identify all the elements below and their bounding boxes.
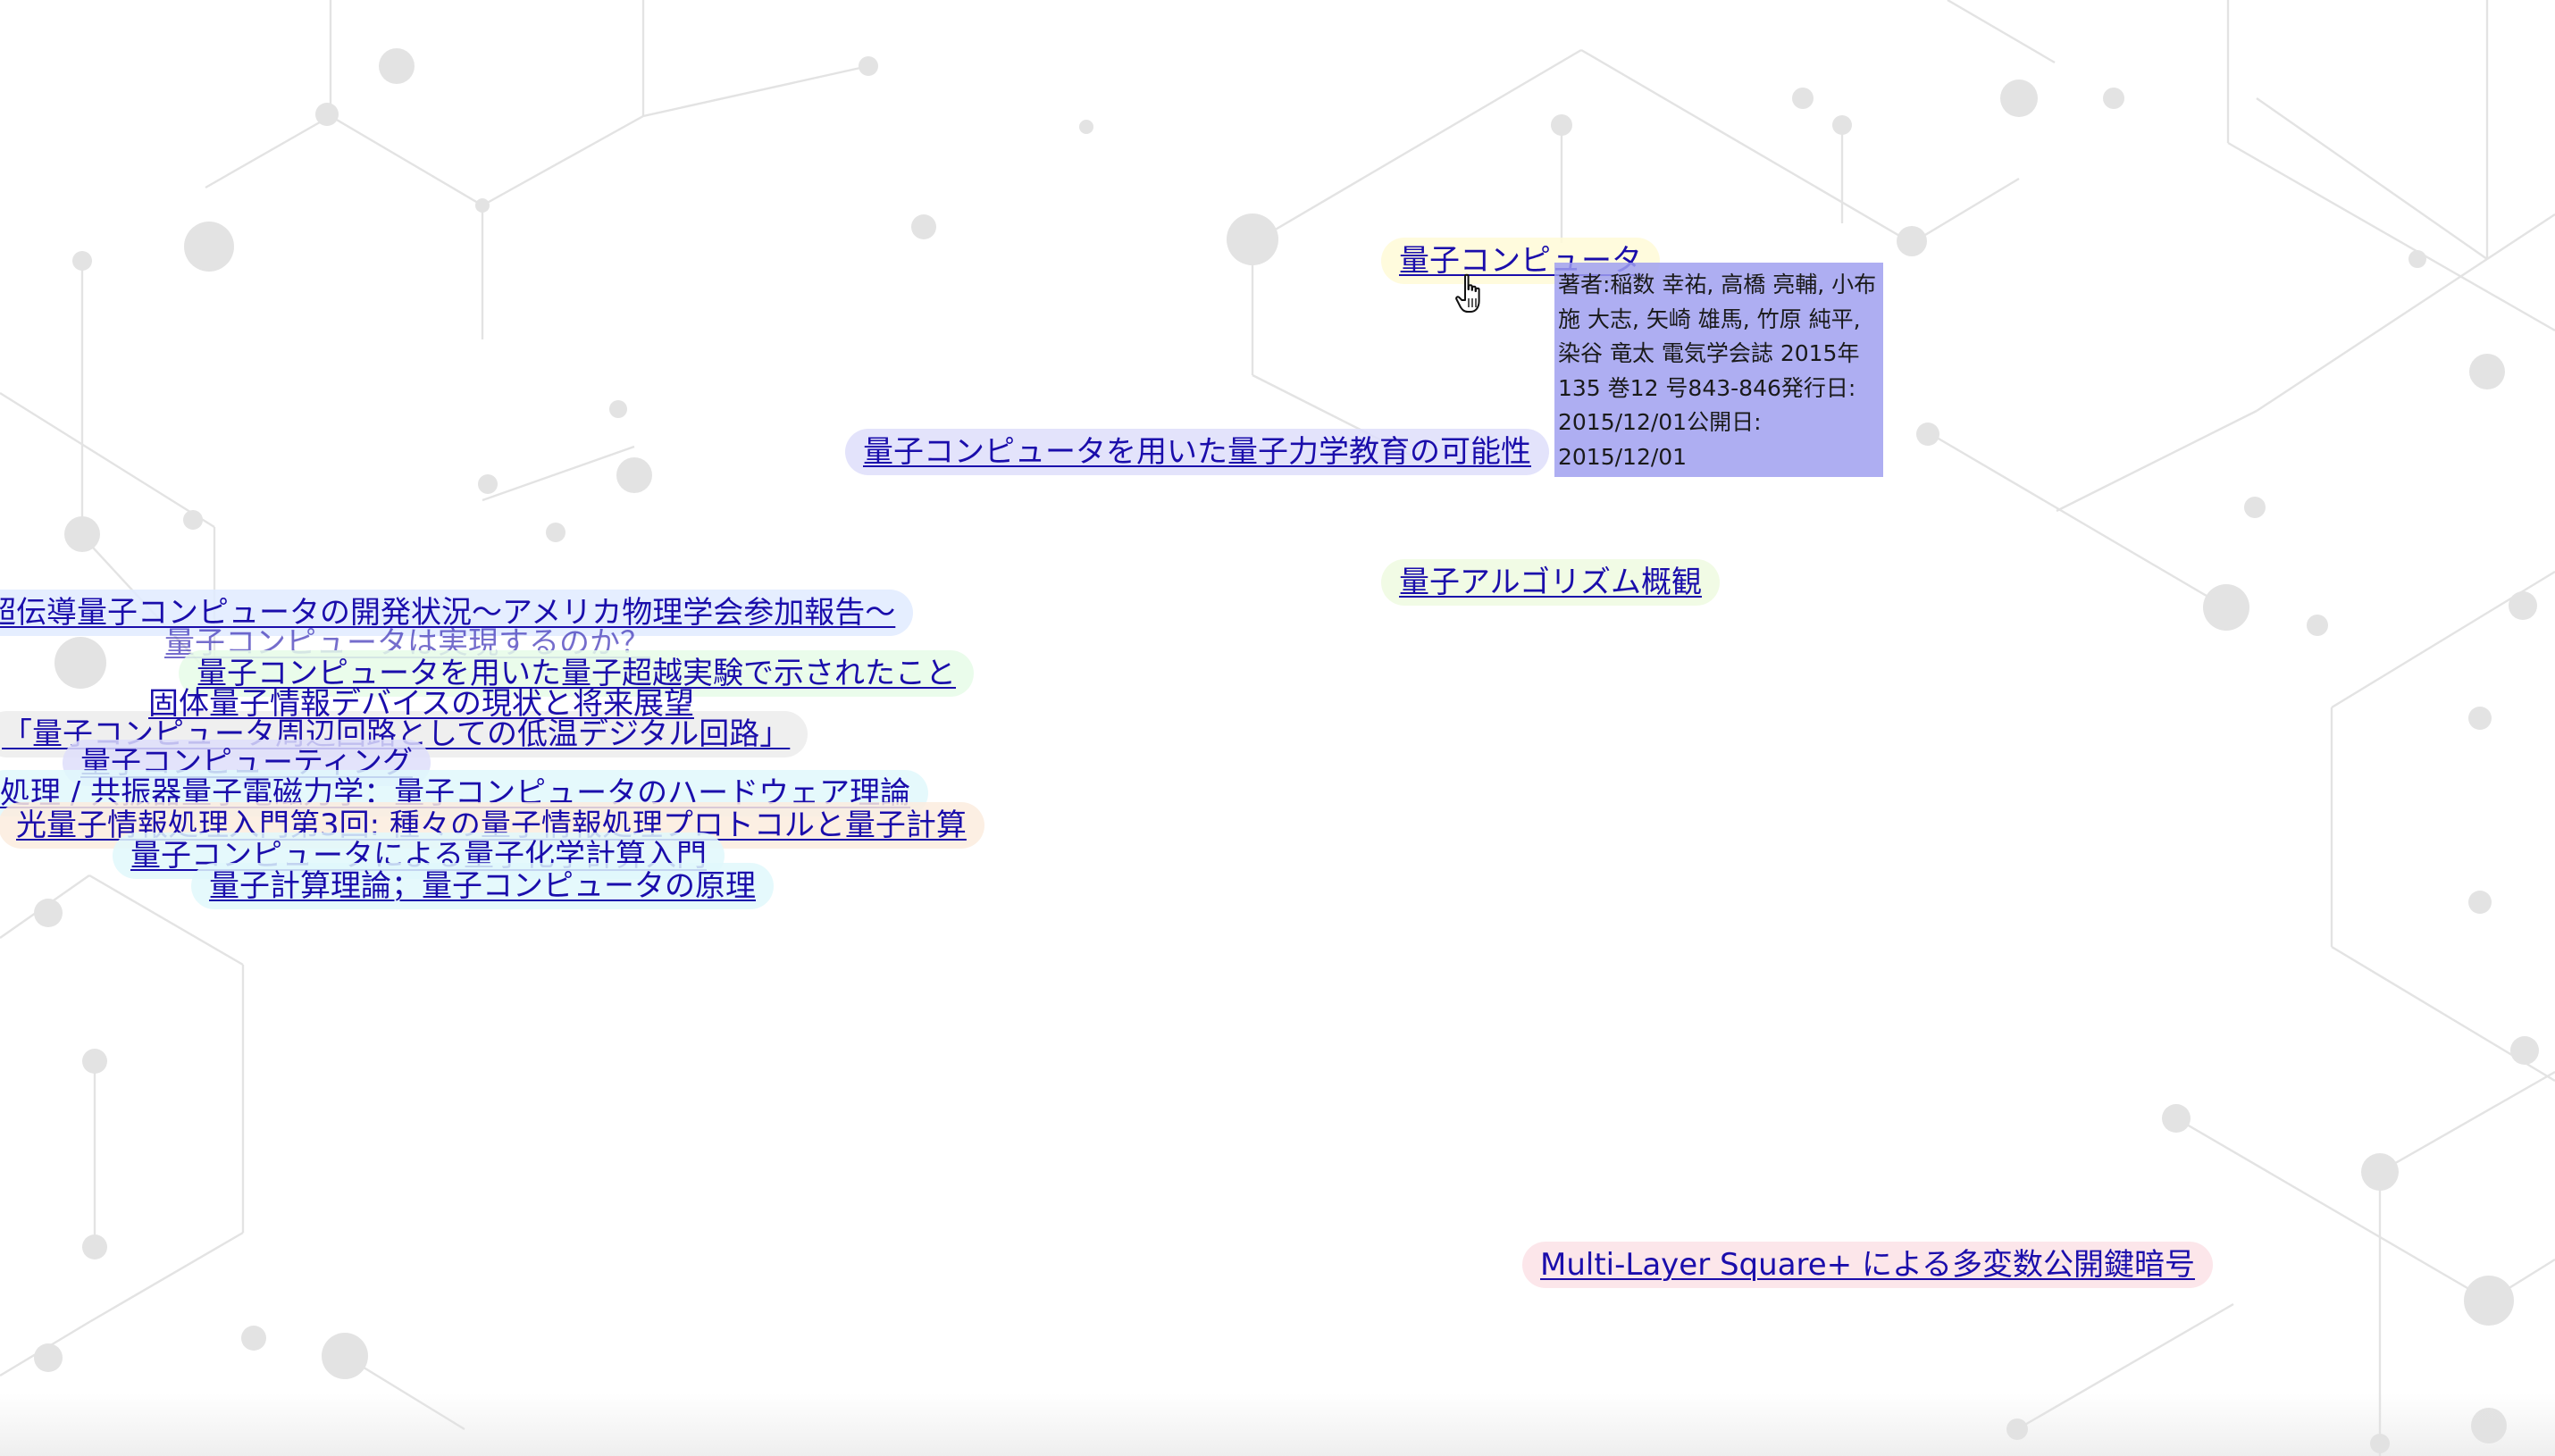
paper-link-solid-state-quantum-devices[interactable]: 固体量子情報デバイスの現状と将来展望: [130, 681, 712, 727]
hand-pointer-icon: [1455, 273, 1480, 313]
bottom-fade: [0, 1393, 2555, 1456]
paper-link-quantum-computation-theory[interactable]: 量子計算理論；量子コンピュータの原理: [191, 863, 774, 909]
paper-link-quantum-algorithm-overview[interactable]: 量子アルゴリズム概観: [1381, 559, 1720, 606]
paper-link-multilayer-square-pke[interactable]: Multi-Layer Square+ による多変数公開鍵暗号: [1522, 1242, 2213, 1288]
paper-link-qc-education[interactable]: 量子コンピュータを用いた量子力学教育の可能性: [845, 429, 1549, 475]
graph-canvas: 量子コンピュータ 量子コンピュータを用いた量子力学教育の可能性 量子アルゴリズム…: [0, 0, 2555, 1456]
paper-detail-tooltip: 著者:稲数 幸祐, 高橋 亮輔, 小布施 大志, 矢崎 雄馬, 竹原 純平, 染…: [1554, 263, 1883, 477]
